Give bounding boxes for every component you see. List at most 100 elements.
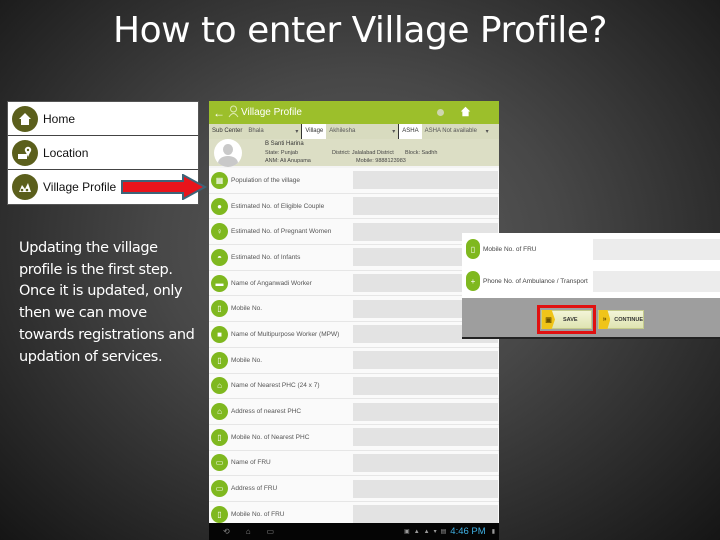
pointer-arrow-icon xyxy=(121,174,207,200)
popup-footer: ▣ SAVE » CONTINUE xyxy=(462,298,720,337)
profile-name: B Santi Harina xyxy=(265,141,304,147)
save-button[interactable]: ▣ SAVE xyxy=(541,310,592,329)
field-input[interactable] xyxy=(353,171,498,190)
mobile-fru-input[interactable] xyxy=(593,238,720,260)
population-icon: ▦ xyxy=(211,171,228,189)
field-label: Name of Nearest PHC (24 x 7) xyxy=(231,382,320,390)
mobile-icon: ▯ xyxy=(466,239,480,259)
village-select[interactable]: Akhilesha ▾ xyxy=(326,128,398,135)
mobile-icon: ▯ xyxy=(211,428,228,446)
field-label: Mobile No. xyxy=(231,356,263,364)
asha-select[interactable]: ASHA Not available ▾ xyxy=(422,128,492,135)
village-label: Village xyxy=(301,124,327,139)
field-label: Estimated No. of Eligible Couple xyxy=(231,202,325,210)
field-input[interactable] xyxy=(353,197,498,216)
field-label: Estimated No. of Pregnant Women xyxy=(231,228,332,236)
profile-strip: B Santi Harina State: Punjab District: J… xyxy=(209,139,499,167)
slide-title: How to enter Village Profile? xyxy=(113,10,607,51)
menu-item-label: Home xyxy=(43,111,76,126)
menu-item-home[interactable]: Home xyxy=(8,102,198,136)
message-status-icon: ▤ xyxy=(440,529,447,535)
nav-home-button[interactable]: ⌂ xyxy=(246,527,251,536)
pregnant-woman-icon: ♀ xyxy=(211,223,228,241)
avatar xyxy=(214,139,242,167)
description-text: Updating the village profile is the firs… xyxy=(19,240,195,365)
sub-center-value: Bhala xyxy=(248,128,264,134)
field-row: ▯ Mobile No. of Nearest PHC xyxy=(209,424,499,451)
phc-icon: ⌂ xyxy=(211,377,228,395)
field-label: Name of Multipurpose Worker (MPW) xyxy=(231,330,340,338)
field-label: Estimated No. of Infants xyxy=(231,253,301,261)
field-row: ▭ Name of FRU xyxy=(209,450,499,477)
field-input[interactable] xyxy=(353,376,498,395)
profile-anm: ANM: Ali Anupama xyxy=(265,158,311,164)
mobile-icon: ▯ xyxy=(211,351,228,369)
field-row: ■ Name of Multipurpose Worker (MPW) xyxy=(209,322,499,348)
worker-icon: ■ xyxy=(211,325,228,343)
asha-value: ASHA Not available xyxy=(424,128,477,134)
home-icon[interactable] xyxy=(460,106,471,120)
field-label: Population of the village xyxy=(231,176,301,184)
chevron-down-icon: ▾ xyxy=(295,129,299,135)
field-input[interactable] xyxy=(353,351,498,370)
stroller-icon: ◓ xyxy=(211,248,228,266)
continue-button[interactable]: » CONTINUE xyxy=(598,310,644,329)
sub-center-select[interactable]: Bhala ▾ xyxy=(245,128,301,135)
fru-address-icon: ▭ xyxy=(211,480,228,498)
nav-back-button[interactable]: ⟲ xyxy=(223,527,230,536)
village-value: Akhilesha xyxy=(329,128,356,134)
field-row: ⌂ Address of nearest PHC xyxy=(209,399,499,425)
continue-button-label: CONTINUE xyxy=(614,316,643,323)
menu-item-label: Location xyxy=(43,145,89,160)
location-pin-icon xyxy=(12,139,38,166)
field-input[interactable] xyxy=(353,402,498,421)
field-label: Name of Anganwadi Worker xyxy=(231,279,312,287)
status-dot-icon xyxy=(437,109,444,116)
field-input[interactable] xyxy=(353,479,498,498)
profile-state: State: Punjab xyxy=(265,150,299,156)
field-list: ▦ Population of the village ● Estimated No.… xyxy=(209,168,499,528)
field-label: Mobile No. xyxy=(231,305,263,313)
battery-icon: ▮ xyxy=(491,529,495,535)
field-input[interactable] xyxy=(353,505,498,524)
save-popup: ▯ Mobile No. of FRU + Phone No. of Ambul… xyxy=(462,233,720,339)
phone-screen: ← Village Profile Sub Center Bhala ▾ Vil… xyxy=(209,101,499,540)
field-input[interactable] xyxy=(353,428,498,447)
menu-item-label: Village Profile xyxy=(43,180,117,194)
app-title: Village Profile xyxy=(241,107,302,118)
back-arrow-icon[interactable]: ← xyxy=(213,106,225,120)
popup-field-label: Mobile No. of FRU xyxy=(483,245,537,253)
village-icon xyxy=(12,174,38,200)
field-label: Address of FRU xyxy=(231,485,278,493)
sub-center-label: Sub Center xyxy=(212,128,243,134)
app-logo-icon xyxy=(228,105,239,121)
nav-recents-button[interactable]: ▭ xyxy=(267,527,275,536)
field-label: Mobile No. of Nearest PHC xyxy=(231,433,310,441)
wifi-status-icon: ▾ xyxy=(433,529,437,535)
field-label: Mobile No. of FRU xyxy=(231,510,285,518)
home-icon xyxy=(12,105,38,132)
ambulance-phone-icon: + xyxy=(466,271,480,291)
field-row: ▭ Address of FRU xyxy=(209,476,499,502)
popup-field-label: Phone No. of Ambulance / Transport xyxy=(483,277,588,285)
android-nav-bar: ⟲ ⌂ ▭ ▣ ▲ ▲ ▾ ▤ 4:46 PM ▮ xyxy=(209,523,499,540)
menu-item-location[interactable]: Location xyxy=(8,136,198,170)
mobile-icon: ▯ xyxy=(211,505,228,523)
field-input[interactable] xyxy=(353,453,498,472)
field-row: ▯ Mobile No. xyxy=(209,296,499,323)
field-row: ⌂ Name of Nearest PHC (24 x 7) xyxy=(209,373,499,400)
chevron-down-icon: ▾ xyxy=(392,129,396,135)
profile-district: District: Jalalabad District xyxy=(332,150,394,156)
profile-block: Block: Sadhh xyxy=(405,150,438,156)
lock-icon: ▣ xyxy=(542,310,555,329)
popup-row: ▯ Mobile No. of FRU xyxy=(462,233,720,265)
alert-status-icon: ▲ xyxy=(423,528,430,535)
chevron-down-icon: ▾ xyxy=(485,129,489,135)
field-row: ◓ Estimated No. of Infants xyxy=(209,245,499,271)
ambulance-phone-input[interactable] xyxy=(593,270,720,292)
popup-row: + Phone No. of Ambulance / Transport xyxy=(462,265,720,297)
profile-mobile: Mobile: 9888123983 xyxy=(356,158,406,164)
alert-status-icon: ▲ xyxy=(413,528,420,535)
field-label: Address of nearest PHC xyxy=(231,408,302,416)
field-row: ♀ Estimated No. of Pregnant Women xyxy=(209,219,499,246)
